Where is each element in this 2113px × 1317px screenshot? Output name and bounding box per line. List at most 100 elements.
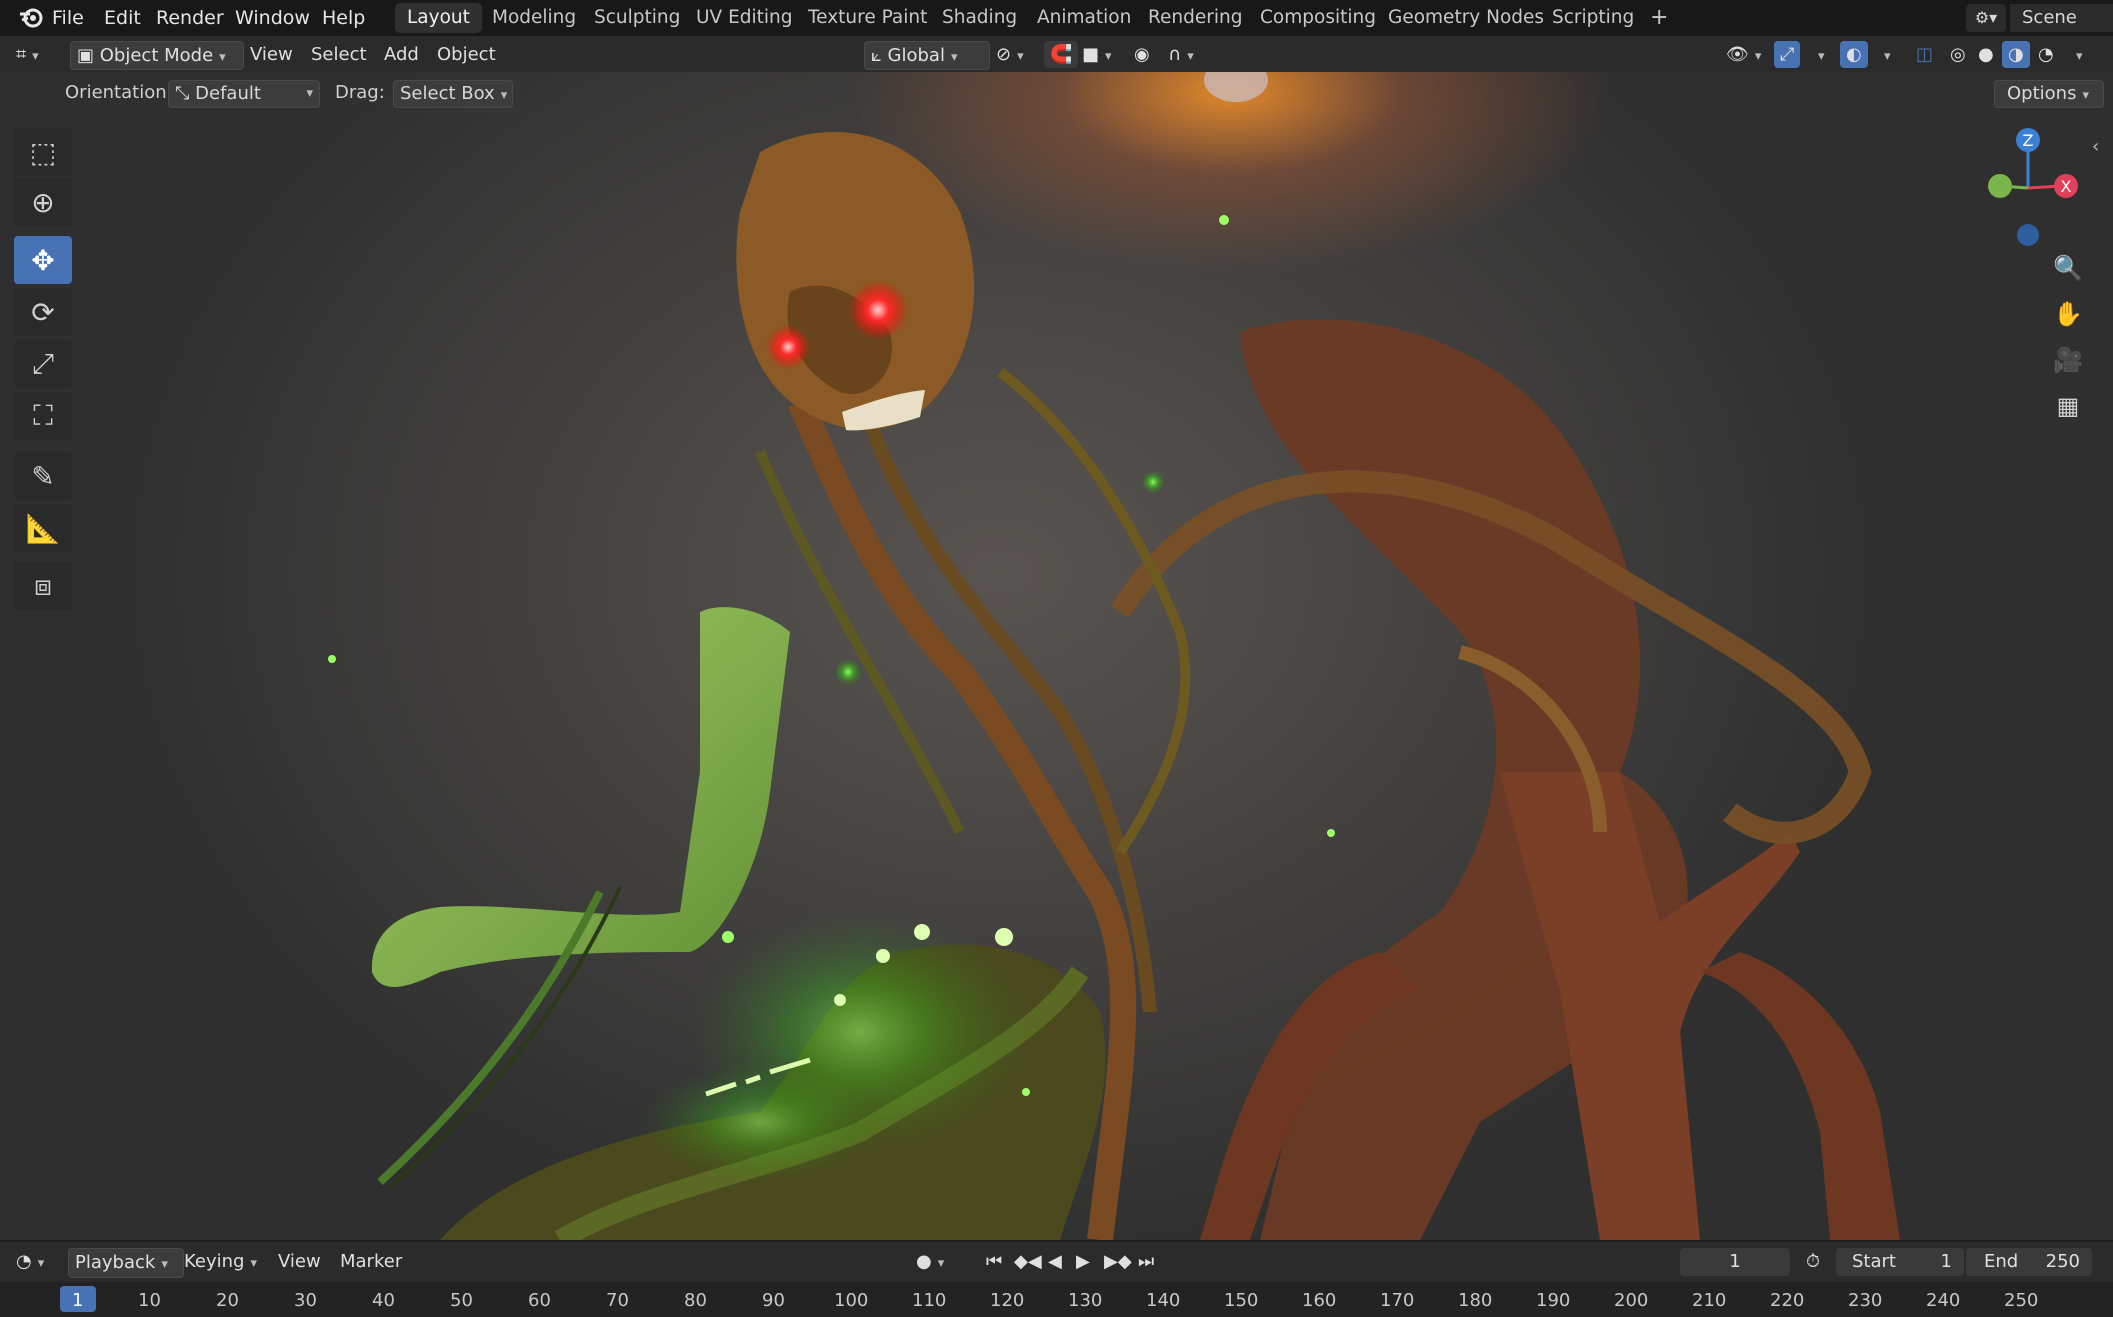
tick-label: 160 <box>1302 1290 1337 1311</box>
snap-icon[interactable]: 🧲 <box>1044 41 1079 68</box>
snap-target-icon[interactable]: ■ ▾ <box>1076 41 1118 68</box>
cursor-tool-icon[interactable]: ⊕ <box>14 178 72 226</box>
3d-viewport[interactable] <box>0 72 2113 1240</box>
menu-help[interactable]: Help <box>316 4 371 32</box>
menu-view[interactable]: View <box>244 41 299 68</box>
gizmo-dropdown-icon[interactable]: ▾ <box>1806 41 1831 68</box>
tab-scripting[interactable]: Scripting <box>1540 3 1646 33</box>
timeline-view-menu[interactable]: View <box>272 1248 327 1276</box>
keying-dropdown[interactable]: Keying ▾ <box>178 1248 263 1276</box>
tab-shading[interactable]: Shading <box>930 3 1029 33</box>
solid-shading-icon[interactable]: ● <box>1972 41 2000 68</box>
scene-name-field[interactable]: Scene <box>2010 4 2113 32</box>
timeline-editor-icon[interactable]: ◔ ▾ <box>10 1248 50 1276</box>
timeline-marker-menu[interactable]: Marker <box>334 1248 408 1276</box>
gizmo-z-label: Z <box>2023 131 2034 150</box>
overlay-toggle-icon[interactable]: ◐ <box>1840 41 1868 68</box>
move-tool-icon[interactable]: ✥ <box>14 236 72 284</box>
play-icon[interactable]: ▶ <box>1070 1248 1096 1276</box>
wireframe-shading-icon[interactable]: ◎ <box>1944 41 1972 68</box>
add-cube-tool-icon[interactable]: ⧈ <box>14 562 72 610</box>
record-icon[interactable]: ● ▾ <box>910 1248 950 1276</box>
tick-label: 110 <box>912 1290 947 1311</box>
menu-window[interactable]: Window <box>229 4 316 32</box>
tab-uv-editing[interactable]: UV Editing <box>684 3 805 33</box>
overlay-dropdown-icon[interactable]: ▾ <box>1872 41 1897 68</box>
menu-file[interactable]: File <box>46 4 90 32</box>
timeline-ruler[interactable]: 1 10 20 30 40 50 60 70 80 90 100 110 120… <box>0 1282 2113 1317</box>
orientation-axes-icon: ⟀ <box>871 45 882 66</box>
gizmo-toggle-icon[interactable]: ⤢ <box>1774 41 1801 68</box>
start-value: 1 <box>1940 1251 1952 1272</box>
measure-tool-icon[interactable]: 📐 <box>14 504 72 552</box>
tick-label: 130 <box>1068 1290 1103 1311</box>
tick-label: 240 <box>1926 1290 1961 1311</box>
drag-value: Select Box <box>400 83 495 104</box>
scene-selector-icon[interactable]: ⚙▾ <box>1966 4 2006 32</box>
falloff-icon[interactable]: ∩ ▾ <box>1162 41 1200 68</box>
tab-rendering[interactable]: Rendering <box>1136 3 1254 33</box>
mode-label: Object Mode <box>99 45 214 66</box>
rendered-shading-icon[interactable]: ◔ <box>2032 41 2060 68</box>
tab-animation[interactable]: Animation <box>1025 3 1143 33</box>
blender-logo-icon[interactable] <box>12 4 50 32</box>
transform-tool-icon[interactable]: ⛶ <box>14 392 72 440</box>
tick-label: 210 <box>1692 1290 1727 1311</box>
visibility-icon[interactable]: 👁 ▾ <box>1720 41 1767 68</box>
tick-label: 60 <box>528 1290 551 1311</box>
drag-dropdown[interactable]: Select Box ▾ <box>393 80 513 108</box>
playback-dropdown[interactable]: Playback ▾ <box>68 1248 184 1278</box>
timeline-header: ◔ ▾ Playback ▾ Keying ▾ View Marker ● ▾ ⏮ ◆◀… <box>0 1242 2113 1282</box>
tab-compositing[interactable]: Compositing <box>1248 3 1388 33</box>
end-frame-field[interactable]: End 250 <box>1966 1248 2092 1276</box>
menu-object[interactable]: Object <box>431 41 502 68</box>
camera-view-icon[interactable]: 🎥 <box>2050 342 2086 378</box>
jump-start-icon[interactable]: ⏮ <box>980 1248 1008 1276</box>
playback-label: Playback <box>75 1252 156 1273</box>
editor-type-icon[interactable]: ⌗ ▾ <box>10 41 45 68</box>
tab-geometry-nodes[interactable]: Geometry Nodes <box>1376 3 1556 33</box>
play-reverse-icon[interactable]: ◀ <box>1042 1248 1068 1276</box>
sidebar-toggle-icon[interactable]: ‹ <box>2092 136 2099 157</box>
navigation-gizmo[interactable]: Z X <box>1970 122 2090 252</box>
tick-label: 90 <box>762 1290 785 1311</box>
tool-settings-bar: Orientation: ⤡ Default ▾ Drag: Select Box… <box>0 72 2113 112</box>
options-dropdown[interactable]: Options ▾ <box>1994 80 2104 108</box>
perspective-grid-icon[interactable]: ▦ <box>2050 388 2086 424</box>
shading-dropdown-icon[interactable]: ▾ <box>2064 41 2089 68</box>
menu-render[interactable]: Render <box>150 4 230 32</box>
tick-label: 1 <box>72 1290 84 1311</box>
transform-orientation-dropdown[interactable]: ⟀ Global ▾ <box>864 41 990 70</box>
menu-edit[interactable]: Edit <box>98 4 147 32</box>
tick-label: 200 <box>1614 1290 1649 1311</box>
tick-label: 40 <box>372 1290 395 1311</box>
pan-hand-icon[interactable]: ✋ <box>2050 296 2086 332</box>
tick-label: 220 <box>1770 1290 1805 1311</box>
mode-dropdown[interactable]: ▣ Object Mode ▾ <box>70 41 244 70</box>
tab-sculpting[interactable]: Sculpting <box>582 3 692 33</box>
scale-tool-icon[interactable]: ⤢ <box>14 340 72 388</box>
pivot-point-icon[interactable]: ⊘ ▾ <box>990 41 1030 68</box>
orientation-dropdown[interactable]: ⤡ Default ▾ <box>168 80 320 108</box>
rotate-tool-icon[interactable]: ⟳ <box>14 288 72 336</box>
tick-label: 80 <box>684 1290 707 1311</box>
tab-layout[interactable]: Layout <box>395 3 482 33</box>
tab-modeling[interactable]: Modeling <box>480 3 588 33</box>
tab-texture-paint[interactable]: Texture Paint <box>796 3 939 33</box>
stopwatch-icon[interactable]: ⏱ <box>1800 1248 1826 1276</box>
proportional-edit-icon[interactable]: ◉ <box>1128 41 1156 68</box>
menu-select[interactable]: Select <box>305 41 373 68</box>
material-shading-icon[interactable]: ◑ <box>2002 41 2030 68</box>
current-frame-field[interactable]: 1 <box>1680 1248 1790 1276</box>
annotate-tool-icon[interactable]: ✎ <box>14 452 72 500</box>
add-workspace-icon[interactable]: + <box>1638 3 1680 33</box>
xray-icon[interactable]: ◫ <box>1910 41 1939 68</box>
menu-add[interactable]: Add <box>378 41 425 68</box>
zoom-icon[interactable]: 🔍 <box>2050 250 2086 286</box>
select-box-tool-icon[interactable]: ⬚ <box>14 128 72 176</box>
start-frame-field[interactable]: Start 1 <box>1836 1248 1964 1276</box>
drag-label: Drag: <box>335 82 385 103</box>
options-label: Options <box>2007 83 2077 104</box>
jump-end-icon[interactable]: ⏭ <box>1132 1248 1160 1276</box>
tick-label: 50 <box>450 1290 473 1311</box>
